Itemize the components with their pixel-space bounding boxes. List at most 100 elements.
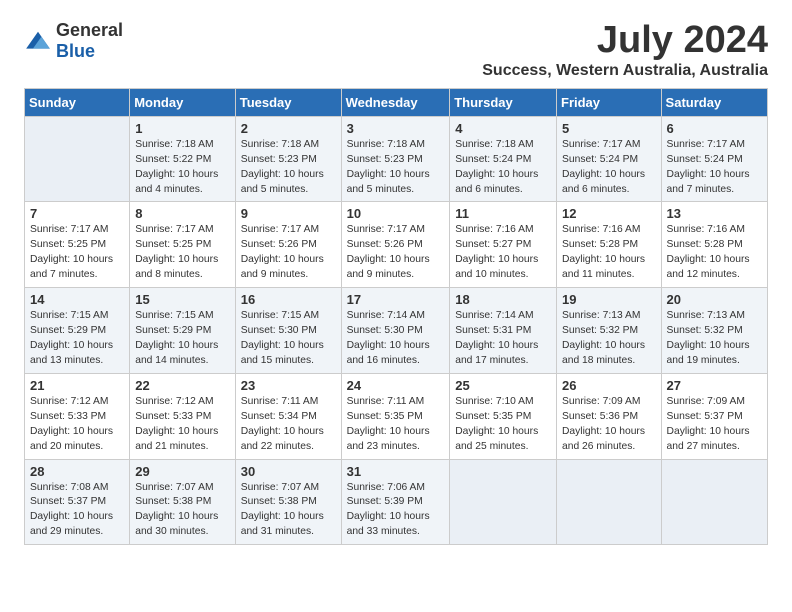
day-number: 21 xyxy=(30,378,124,393)
table-row: 19 Sunrise: 7:13 AMSunset: 5:32 PMDayligh… xyxy=(557,288,662,374)
table-row xyxy=(450,459,557,545)
cell-info: Sunrise: 7:11 AMSunset: 5:35 PMDaylight:… xyxy=(347,395,445,455)
header-wednesday: Wednesday xyxy=(341,88,450,116)
logo-blue: Blue xyxy=(56,41,95,61)
day-number: 17 xyxy=(347,292,445,307)
day-number: 28 xyxy=(30,464,124,479)
day-number: 4 xyxy=(455,121,551,136)
day-number: 2 xyxy=(241,121,336,136)
location-subtitle: Success, Western Australia, Australia xyxy=(482,62,768,80)
table-row xyxy=(25,116,130,202)
day-number: 16 xyxy=(241,292,336,307)
title-block: July 2024 Success, Western Australia, Au… xyxy=(482,20,768,80)
cell-info: Sunrise: 7:10 AMSunset: 5:35 PMDaylight:… xyxy=(455,395,551,455)
cell-info: Sunrise: 7:09 AMSunset: 5:36 PMDaylight:… xyxy=(562,395,656,455)
table-row: 10 Sunrise: 7:17 AMSunset: 5:26 PMDayligh… xyxy=(341,202,450,288)
header-thursday: Thursday xyxy=(450,88,557,116)
day-number: 5 xyxy=(562,121,656,136)
cell-info: Sunrise: 7:16 AMSunset: 5:28 PMDaylight:… xyxy=(562,223,656,283)
day-number: 1 xyxy=(135,121,230,136)
table-row: 2 Sunrise: 7:18 AMSunset: 5:23 PMDaylight… xyxy=(235,116,341,202)
cell-info: Sunrise: 7:15 AMSunset: 5:29 PMDaylight:… xyxy=(135,309,230,369)
month-year-title: July 2024 xyxy=(482,20,768,62)
calendar-week-row: 14 Sunrise: 7:15 AMSunset: 5:29 PMDayligh… xyxy=(25,288,768,374)
calendar-week-row: 21 Sunrise: 7:12 AMSunset: 5:33 PMDayligh… xyxy=(25,373,768,459)
day-number: 23 xyxy=(241,378,336,393)
header-saturday: Saturday xyxy=(661,88,767,116)
cell-info: Sunrise: 7:18 AMSunset: 5:22 PMDaylight:… xyxy=(135,138,230,198)
table-row: 21 Sunrise: 7:12 AMSunset: 5:33 PMDayligh… xyxy=(25,373,130,459)
cell-info: Sunrise: 7:18 AMSunset: 5:24 PMDaylight:… xyxy=(455,138,551,198)
day-number: 6 xyxy=(667,121,762,136)
day-number: 20 xyxy=(667,292,762,307)
table-row: 6 Sunrise: 7:17 AMSunset: 5:24 PMDaylight… xyxy=(661,116,767,202)
calendar-table: Sunday Monday Tuesday Wednesday Thursday… xyxy=(24,88,768,545)
cell-info: Sunrise: 7:14 AMSunset: 5:30 PMDaylight:… xyxy=(347,309,445,369)
cell-info: Sunrise: 7:15 AMSunset: 5:30 PMDaylight:… xyxy=(241,309,336,369)
calendar-week-row: 28 Sunrise: 7:08 AMSunset: 5:37 PMDayligh… xyxy=(25,459,768,545)
cell-info: Sunrise: 7:17 AMSunset: 5:24 PMDaylight:… xyxy=(562,138,656,198)
header-monday: Monday xyxy=(130,88,236,116)
table-row: 22 Sunrise: 7:12 AMSunset: 5:33 PMDayligh… xyxy=(130,373,236,459)
cell-info: Sunrise: 7:17 AMSunset: 5:26 PMDaylight:… xyxy=(241,223,336,283)
cell-info: Sunrise: 7:06 AMSunset: 5:39 PMDaylight:… xyxy=(347,481,445,541)
cell-info: Sunrise: 7:09 AMSunset: 5:37 PMDaylight:… xyxy=(667,395,762,455)
cell-info: Sunrise: 7:13 AMSunset: 5:32 PMDaylight:… xyxy=(562,309,656,369)
cell-info: Sunrise: 7:11 AMSunset: 5:34 PMDaylight:… xyxy=(241,395,336,455)
day-number: 9 xyxy=(241,206,336,221)
table-row: 9 Sunrise: 7:17 AMSunset: 5:26 PMDaylight… xyxy=(235,202,341,288)
cell-info: Sunrise: 7:13 AMSunset: 5:32 PMDaylight:… xyxy=(667,309,762,369)
header-sunday: Sunday xyxy=(25,88,130,116)
table-row: 29 Sunrise: 7:07 AMSunset: 5:38 PMDayligh… xyxy=(130,459,236,545)
table-row: 15 Sunrise: 7:15 AMSunset: 5:29 PMDayligh… xyxy=(130,288,236,374)
cell-info: Sunrise: 7:07 AMSunset: 5:38 PMDaylight:… xyxy=(241,481,336,541)
table-row: 13 Sunrise: 7:16 AMSunset: 5:28 PMDayligh… xyxy=(661,202,767,288)
table-row: 3Sunrise: 7:18 AMSunset: 5:23 PMDaylight… xyxy=(341,116,450,202)
header-friday: Friday xyxy=(557,88,662,116)
day-number: 12 xyxy=(562,206,656,221)
weekday-header-row: Sunday Monday Tuesday Wednesday Thursday… xyxy=(25,88,768,116)
cell-info: Sunrise: 7:16 AMSunset: 5:28 PMDaylight:… xyxy=(667,223,762,283)
day-number: 10 xyxy=(347,206,445,221)
day-number: 22 xyxy=(135,378,230,393)
table-row: 24Sunrise: 7:11 AMSunset: 5:35 PMDayligh… xyxy=(341,373,450,459)
day-number: 26 xyxy=(562,378,656,393)
cell-info: Sunrise: 7:17 AMSunset: 5:25 PMDaylight:… xyxy=(30,223,124,283)
cell-info: Sunrise: 7:08 AMSunset: 5:37 PMDaylight:… xyxy=(30,481,124,541)
day-number: 31 xyxy=(347,464,445,479)
day-number: 29 xyxy=(135,464,230,479)
cell-info: Sunrise: 7:18 AMSunset: 5:23 PMDaylight:… xyxy=(241,138,336,198)
cell-info: Sunrise: 7:07 AMSunset: 5:38 PMDaylight:… xyxy=(135,481,230,541)
day-number: 15 xyxy=(135,292,230,307)
cell-info: Sunrise: 7:17 AMSunset: 5:26 PMDaylight:… xyxy=(347,223,445,283)
table-row: 8Sunrise: 7:17 AMSunset: 5:25 PMDaylight… xyxy=(130,202,236,288)
logo-icon xyxy=(24,30,52,52)
day-number: 11 xyxy=(455,206,551,221)
table-row xyxy=(661,459,767,545)
cell-info: Sunrise: 7:12 AMSunset: 5:33 PMDaylight:… xyxy=(135,395,230,455)
day-number: 25 xyxy=(455,378,551,393)
cell-info: Sunrise: 7:12 AMSunset: 5:33 PMDaylight:… xyxy=(30,395,124,455)
table-row: 28 Sunrise: 7:08 AMSunset: 5:37 PMDayligh… xyxy=(25,459,130,545)
table-row: 5 Sunrise: 7:17 AMSunset: 5:24 PMDaylight… xyxy=(557,116,662,202)
table-row: 26 Sunrise: 7:09 AMSunset: 5:36 PMDayligh… xyxy=(557,373,662,459)
table-row: 18Sunrise: 7:14 AMSunset: 5:31 PMDayligh… xyxy=(450,288,557,374)
table-row: 16 Sunrise: 7:15 AMSunset: 5:30 PMDayligh… xyxy=(235,288,341,374)
page-container: General Blue July 2024 Success, Western … xyxy=(24,20,768,545)
cell-info: Sunrise: 7:17 AMSunset: 5:24 PMDaylight:… xyxy=(667,138,762,198)
day-number: 13 xyxy=(667,206,762,221)
day-number: 19 xyxy=(562,292,656,307)
table-row xyxy=(557,459,662,545)
table-row: 17 Sunrise: 7:14 AMSunset: 5:30 PMDayligh… xyxy=(341,288,450,374)
table-row: 27Sunrise: 7:09 AMSunset: 5:37 PMDayligh… xyxy=(661,373,767,459)
table-row: 31 Sunrise: 7:06 AMSunset: 5:39 PMDayligh… xyxy=(341,459,450,545)
table-row: 23 Sunrise: 7:11 AMSunset: 5:34 PMDayligh… xyxy=(235,373,341,459)
cell-info: Sunrise: 7:16 AMSunset: 5:27 PMDaylight:… xyxy=(455,223,551,283)
day-number: 8 xyxy=(135,206,230,221)
calendar-week-row: 7Sunrise: 7:17 AMSunset: 5:25 PMDaylight… xyxy=(25,202,768,288)
day-number: 30 xyxy=(241,464,336,479)
day-number: 14 xyxy=(30,292,124,307)
logo-general: General xyxy=(56,20,123,40)
header-tuesday: Tuesday xyxy=(235,88,341,116)
cell-info: Sunrise: 7:18 AMSunset: 5:23 PMDaylight:… xyxy=(347,138,445,198)
